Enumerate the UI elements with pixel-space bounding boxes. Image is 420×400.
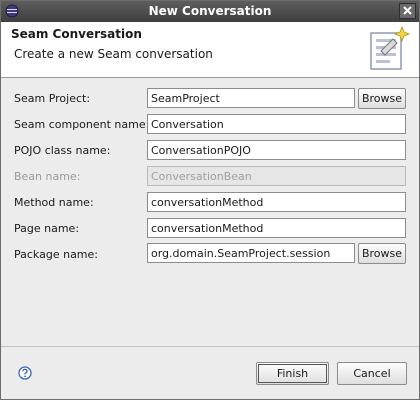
button-bar-separator — [1, 346, 419, 347]
wizard-header: Seam Conversation Create a new Seam conv… — [1, 22, 419, 78]
close-icon — [403, 6, 412, 15]
header-title: Seam Conversation — [11, 27, 142, 41]
seam-project-label: Seam Project: — [14, 92, 91, 105]
seam-project-input[interactable] — [147, 88, 355, 108]
pojo-class-label: POJO class name: — [14, 144, 111, 157]
wizard-banner-icon — [363, 25, 411, 76]
cancel-button[interactable]: Cancel — [337, 362, 407, 385]
seam-project-browse-button[interactable]: Browse — [358, 88, 406, 109]
help-button[interactable] — [18, 366, 32, 383]
component-name-label: Seam component name: — [14, 118, 150, 131]
finish-button[interactable]: Finish — [256, 362, 329, 385]
help-icon — [18, 366, 32, 380]
page-name-input[interactable] — [147, 218, 406, 238]
page-name-label: Page name: — [14, 222, 80, 235]
package-name-browse-button[interactable]: Browse — [358, 243, 406, 264]
method-name-label: Method name: — [14, 196, 94, 209]
bean-name-input — [147, 166, 406, 186]
pojo-class-input[interactable] — [147, 140, 406, 160]
header-description: Create a new Seam conversation — [14, 47, 213, 61]
window-title: New Conversation — [148, 4, 272, 18]
close-button[interactable] — [399, 3, 416, 19]
package-name-input[interactable] — [147, 243, 355, 263]
component-name-input[interactable] — [147, 114, 406, 134]
method-name-input[interactable] — [147, 192, 406, 212]
dialog-window: New Conversation Seam Conversation Creat… — [0, 0, 420, 400]
package-name-label: Package name: — [14, 248, 98, 261]
title-bar[interactable]: New Conversation — [1, 1, 419, 22]
bean-name-label: Bean name: — [14, 170, 81, 183]
